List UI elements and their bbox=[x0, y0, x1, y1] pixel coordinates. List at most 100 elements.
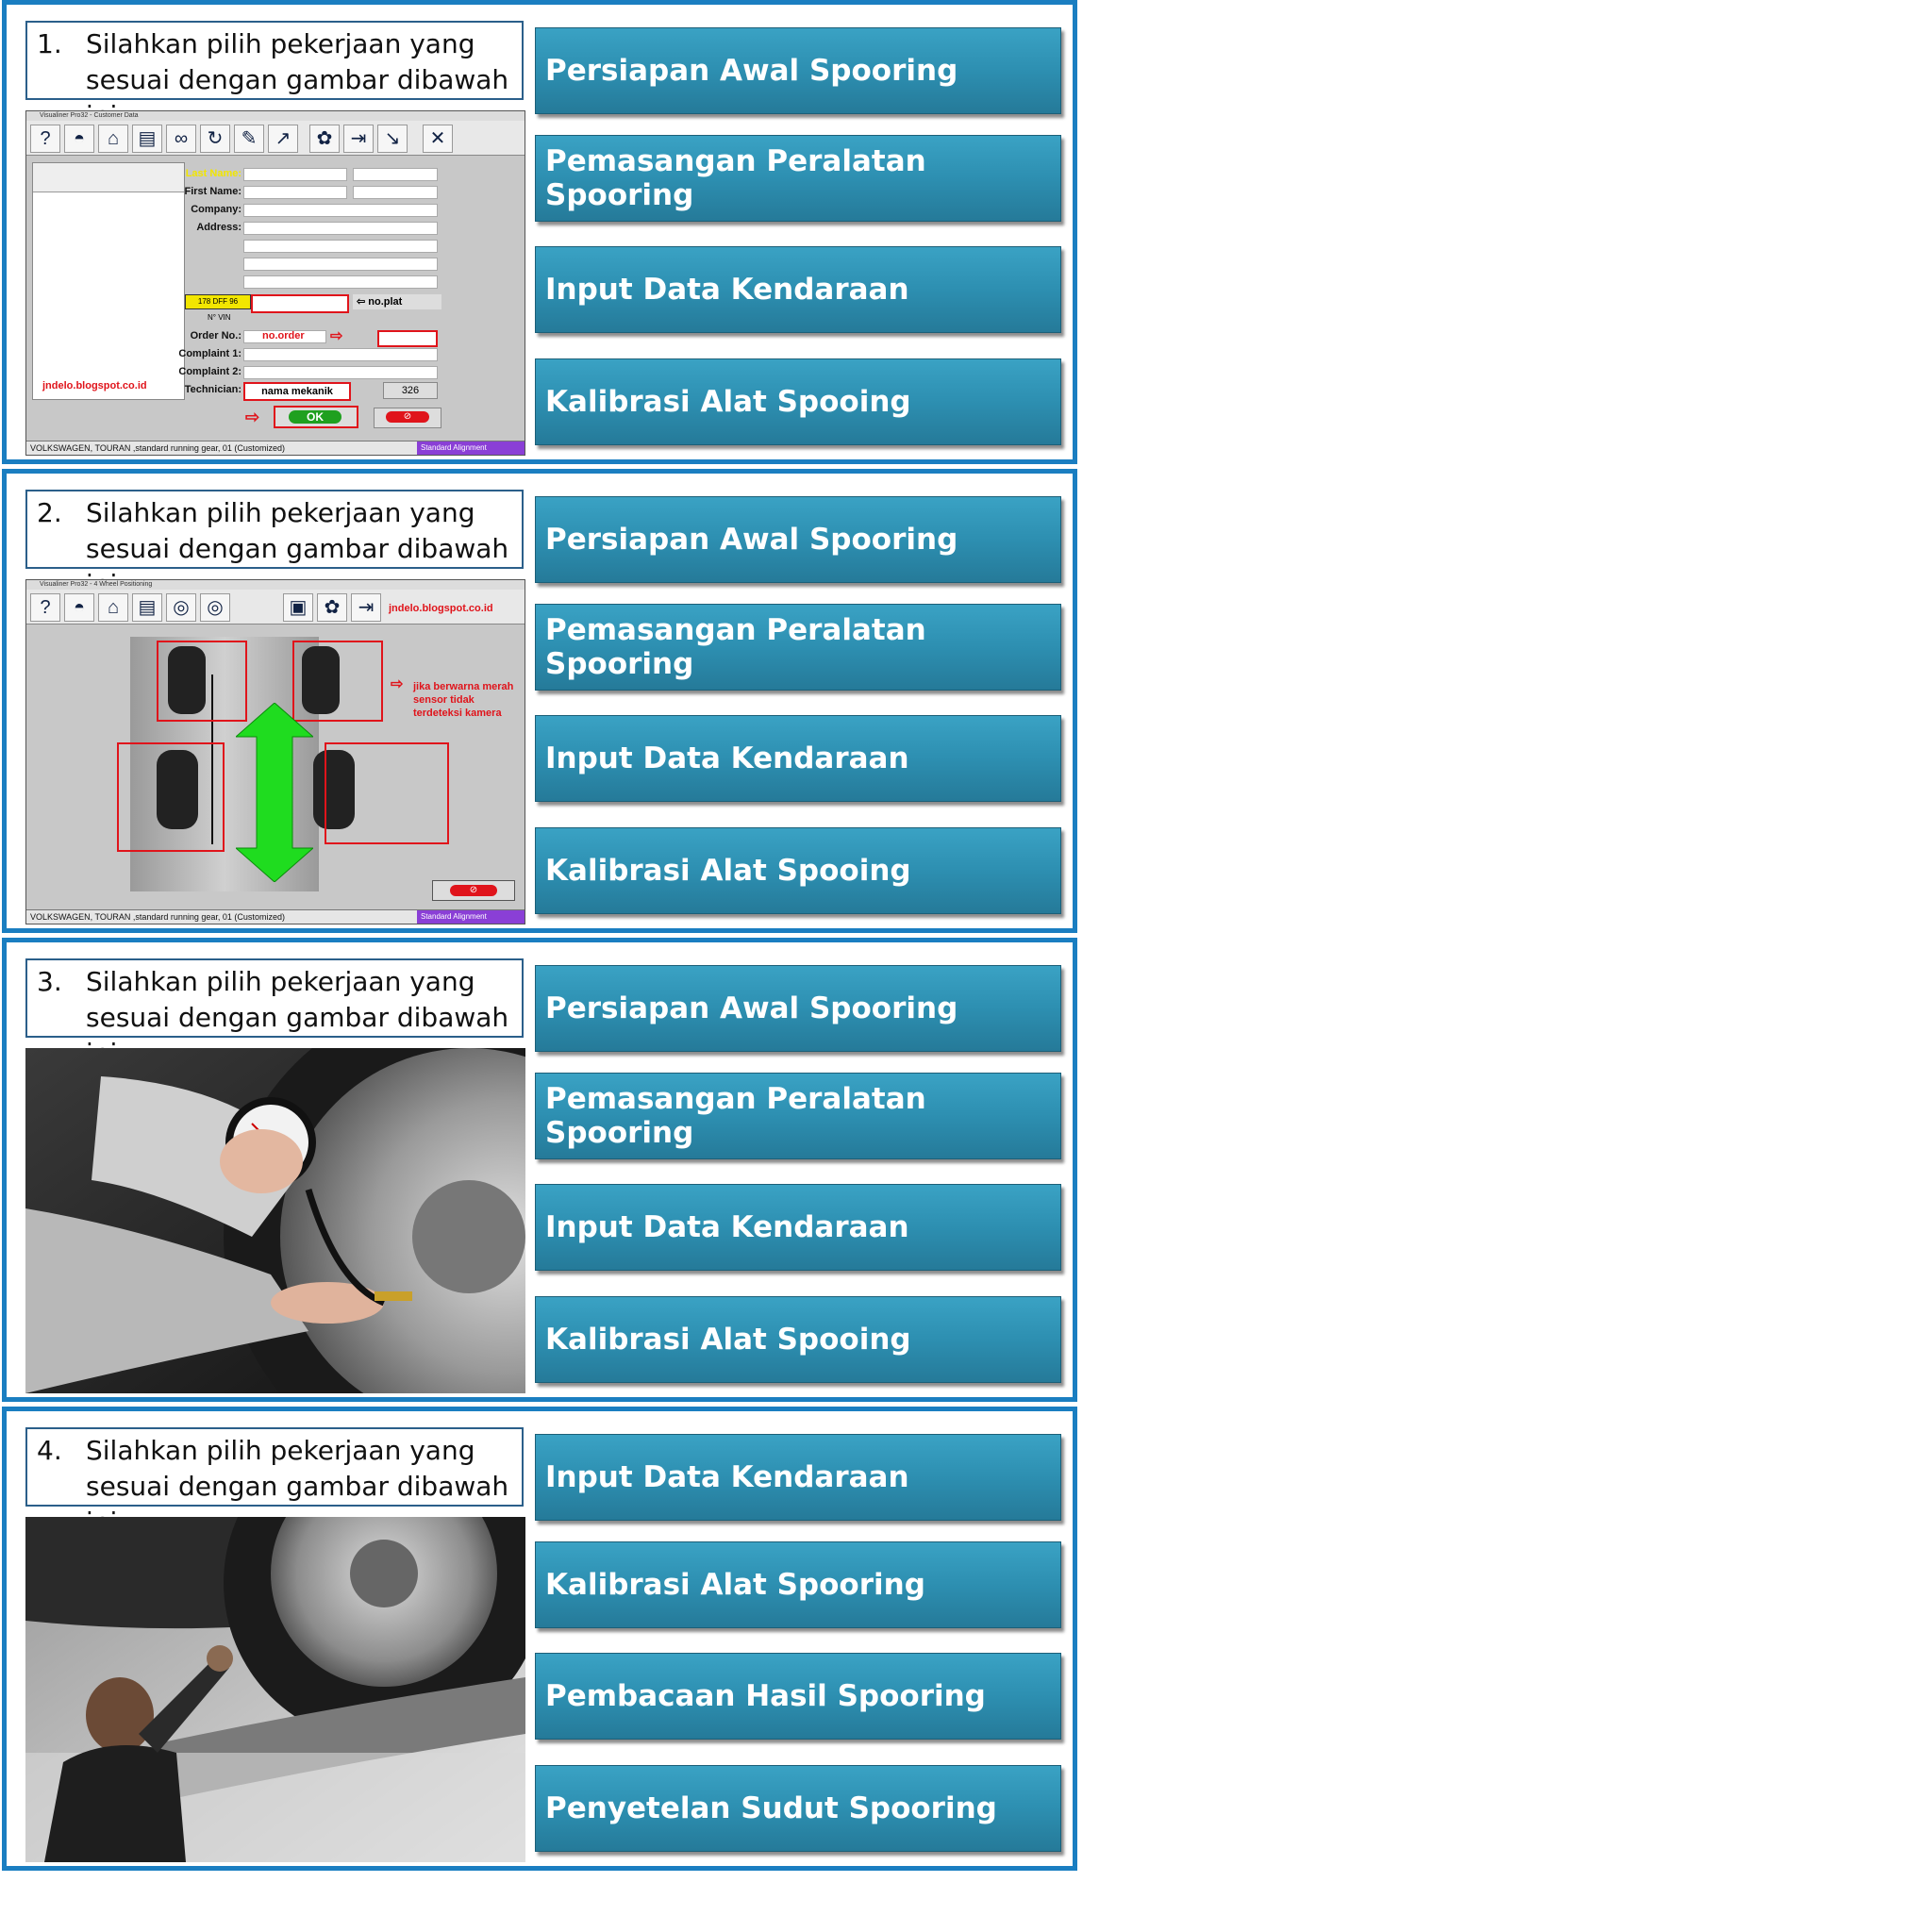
label-address: Address: bbox=[196, 222, 242, 233]
watermark: jndelo.blogspot.co.id bbox=[389, 603, 493, 614]
camera-icon: ▣ bbox=[283, 593, 313, 622]
first-name-field bbox=[243, 186, 347, 199]
label-last-name: Last Name: bbox=[185, 168, 242, 179]
option-button[interactable]: Input Data Kendaraan bbox=[535, 1434, 1061, 1521]
window-title: Visualiner Pro32 - Customer Data bbox=[26, 111, 525, 121]
label-first-name: First Name: bbox=[184, 186, 242, 197]
option-button[interactable]: Input Data Kendaraan bbox=[535, 246, 1061, 333]
sensor-box-rear-right bbox=[325, 742, 449, 844]
question-number: 4. bbox=[37, 1435, 62, 1466]
last-name-field-2 bbox=[353, 168, 438, 181]
address-field-2 bbox=[243, 240, 438, 253]
wheel-positioning-screenshot: Visualiner Pro32 - 4 Wheel Positioning ?… bbox=[25, 579, 525, 924]
wheels-icon: ✿ bbox=[317, 593, 347, 622]
option-button[interactable]: Pembacaan Hasil Spooring bbox=[535, 1653, 1061, 1740]
sensor-note: jika berwarna merah sensor tidak terdete… bbox=[413, 681, 514, 719]
ok-button-frame: OK bbox=[274, 406, 358, 428]
sensor-box-front-left bbox=[157, 641, 247, 722]
tech-number: 326 bbox=[383, 382, 438, 399]
mechanic-photo bbox=[25, 1517, 525, 1862]
tire-pressure-image bbox=[25, 1048, 525, 1393]
status-mode: Standard Alignment bbox=[417, 441, 525, 455]
ok-button: OK bbox=[289, 410, 341, 424]
option-button[interactable]: Pemasangan Peralatan Spooring bbox=[535, 604, 1061, 691]
customer-data-screenshot: Visualiner Pro32 - Customer Data ? ◓ ⌂ ▤… bbox=[25, 110, 525, 456]
option-button[interactable]: Pemasangan Peralatan Spooring bbox=[535, 135, 1061, 222]
option-button[interactable]: Input Data Kendaraan bbox=[535, 715, 1061, 802]
question-number: 2. bbox=[37, 497, 62, 528]
question-box: 2. Silahkan pilih pekerjaan yang sesuai … bbox=[25, 490, 524, 600]
sensor-icon-2: ◎ bbox=[200, 593, 230, 622]
adjust-icon: ↘ bbox=[377, 125, 408, 153]
order-number-field bbox=[377, 330, 438, 347]
question-panel-4: 4. Silahkan pilih pekerjaan yang sesuai … bbox=[2, 1407, 1077, 1871]
complaint-1-field bbox=[243, 348, 438, 361]
printer-icon: ▤ bbox=[132, 125, 162, 153]
plate-badge: 178 DFF 96 bbox=[185, 294, 251, 309]
complaint-2-field bbox=[243, 366, 438, 379]
tire-pressure-photo bbox=[25, 1048, 525, 1393]
question-panel-1: 1. Silahkan pilih pekerjaan yang sesuai … bbox=[2, 0, 1077, 464]
sensor-icon: ◎ bbox=[166, 593, 196, 622]
first-name-field-2 bbox=[353, 186, 438, 199]
last-name-field bbox=[243, 168, 347, 181]
no-plat-text: no.plat bbox=[368, 296, 403, 308]
help-icon: ? bbox=[30, 125, 60, 153]
option-button[interactable]: Persiapan Awal Spooring bbox=[535, 965, 1061, 1052]
toolbar: ? ◓ ⌂ ▤ ∞ ↻ ✎ ↗ ✿ ⇥ ↘ ✕ bbox=[26, 121, 525, 156]
cancel-button: ⊘ bbox=[374, 408, 441, 428]
printer-icon: ▤ bbox=[132, 593, 162, 622]
export-icon: ⇥ bbox=[351, 593, 381, 622]
status-mode: Standard Alignment bbox=[417, 910, 525, 924]
wheels-icon: ✿ bbox=[309, 125, 340, 153]
arrow-right-icon: ⇨ bbox=[330, 328, 343, 344]
option-button[interactable]: Kalibrasi Alat Spooring bbox=[535, 1541, 1061, 1628]
option-button[interactable]: Input Data Kendaraan bbox=[535, 1184, 1061, 1271]
question-panel-3: 3. Silahkan pilih pekerjaan yang sesuai … bbox=[2, 938, 1077, 1402]
arrow-right-icon-2: ⇨ bbox=[245, 408, 260, 426]
question-box: 1. Silahkan pilih pekerjaan yang sesuai … bbox=[25, 21, 524, 131]
option-button[interactable]: Penyetelan Sudut Spooring bbox=[535, 1765, 1061, 1852]
label-technician: Technician: bbox=[184, 384, 242, 395]
option-button[interactable]: Persiapan Awal Spooring bbox=[535, 27, 1061, 114]
double-arrow-icon bbox=[236, 703, 313, 882]
vin-label: N° VIN bbox=[208, 313, 231, 322]
binoculars-icon: ∞ bbox=[166, 125, 196, 153]
mechanic-image bbox=[25, 1517, 525, 1862]
gauge-icon: ◓ bbox=[64, 125, 94, 153]
company-field bbox=[243, 204, 438, 217]
label-complaint-2: Complaint 2: bbox=[178, 366, 242, 377]
no-order-text: no.order bbox=[262, 330, 305, 341]
help-icon: ? bbox=[30, 593, 60, 622]
no-plat-label: ⇦ no.plat bbox=[353, 294, 441, 309]
question-box: 4. Silahkan pilih pekerjaan yang sesuai … bbox=[25, 1427, 524, 1538]
technician-field: nama mekanik bbox=[243, 382, 351, 401]
label-complaint-1: Complaint 1: bbox=[178, 348, 242, 359]
option-button[interactable]: Kalibrasi Alat Spooing bbox=[535, 358, 1061, 445]
export-icon: ⇥ bbox=[343, 125, 374, 153]
address-field-1 bbox=[243, 222, 438, 235]
option-button[interactable]: Persiapan Awal Spooring bbox=[535, 496, 1061, 583]
arrow-right-icon: ⇨ bbox=[391, 676, 404, 692]
edit-icon: ✎ bbox=[234, 125, 264, 153]
address-field-3 bbox=[243, 258, 438, 271]
question-box: 3. Silahkan pilih pekerjaan yang sesuai … bbox=[25, 958, 524, 1069]
sensor-box-rear-left bbox=[117, 742, 225, 852]
option-button[interactable]: Kalibrasi Alat Spooing bbox=[535, 1296, 1061, 1383]
home-icon: ⌂ bbox=[98, 125, 128, 153]
address-field-4 bbox=[243, 275, 438, 289]
cancel-icon: ⊘ bbox=[450, 885, 497, 896]
plate-field bbox=[251, 294, 349, 313]
option-button[interactable]: Kalibrasi Alat Spooing bbox=[535, 827, 1061, 914]
close-icon: ✕ bbox=[423, 125, 453, 153]
toolbar: ? ◓ ⌂ ▤ ◎ ◎ ▣ ✿ ⇥ jndelo.blogspot.co.id bbox=[26, 590, 525, 625]
customer-list: jndelo.blogspot.co.id bbox=[32, 162, 185, 400]
watermark: jndelo.blogspot.co.id bbox=[42, 380, 147, 391]
cancel-icon: ⊘ bbox=[386, 411, 429, 423]
question-number: 3. bbox=[37, 966, 62, 997]
label-company: Company: bbox=[191, 204, 242, 215]
cancel-button: ⊘ bbox=[432, 880, 515, 901]
label-order-no: Order No.: bbox=[190, 330, 242, 341]
chart-icon: ↗ bbox=[268, 125, 298, 153]
option-button[interactable]: Pemasangan Peralatan Spooring bbox=[535, 1073, 1061, 1159]
